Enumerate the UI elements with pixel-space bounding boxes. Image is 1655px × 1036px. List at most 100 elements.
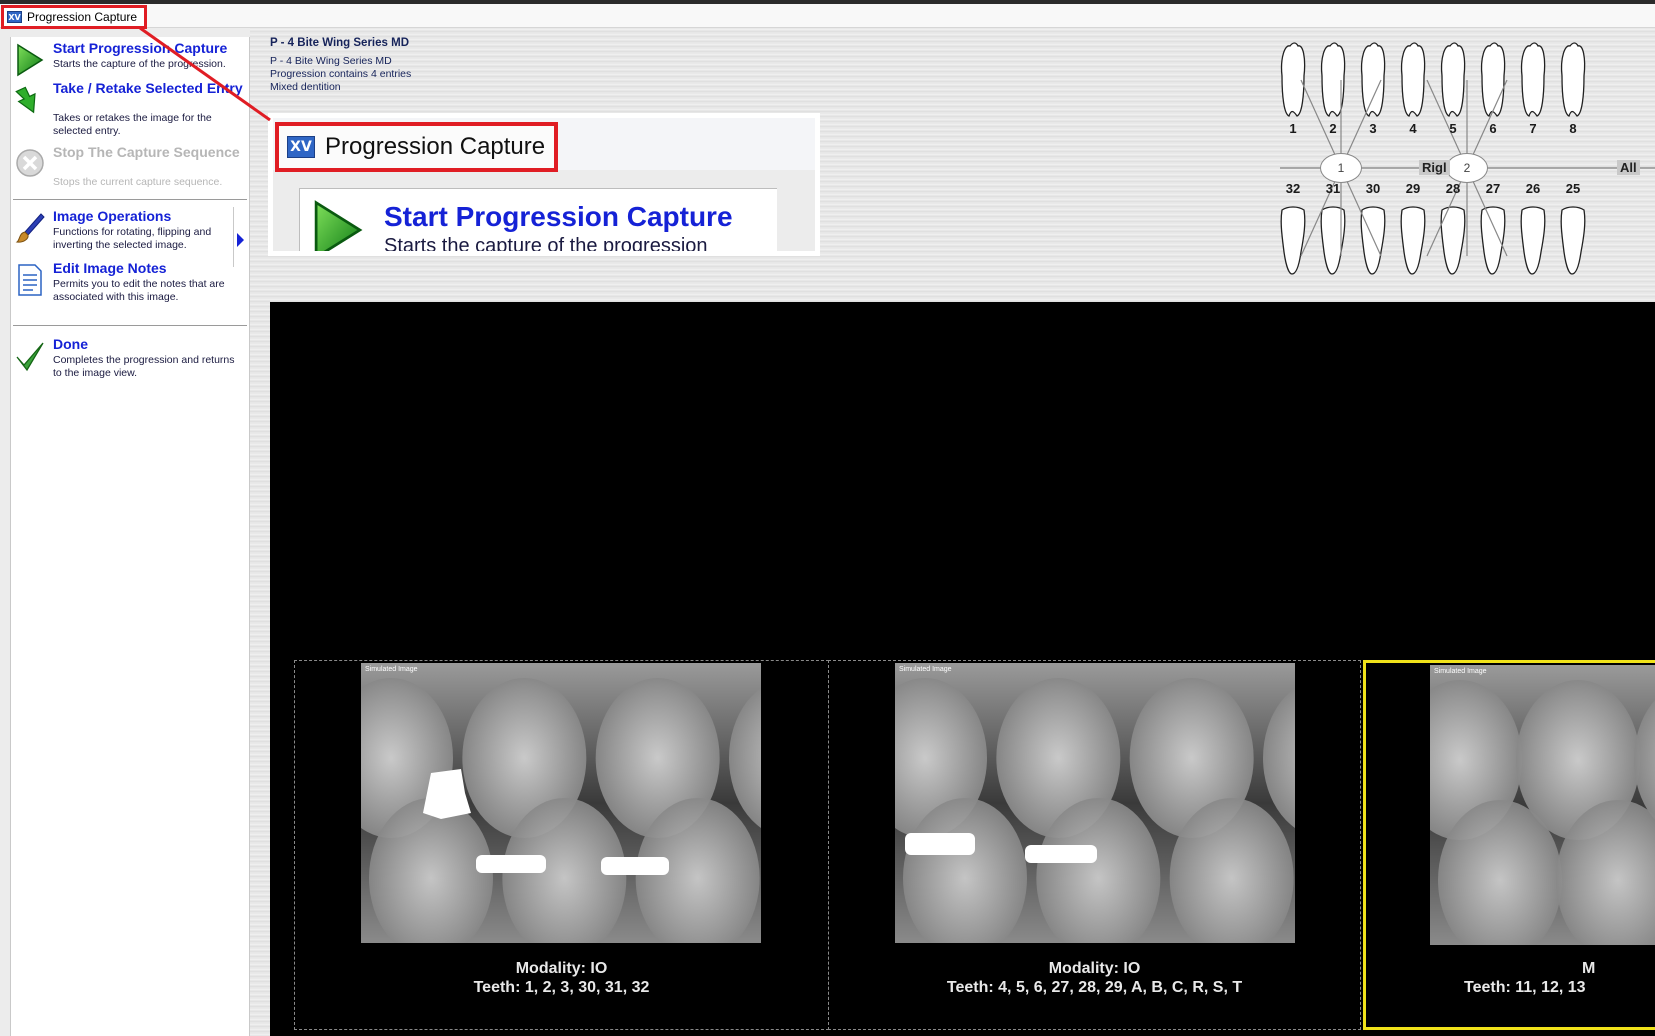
zoom-task-description: Starts the capture of the progression: [384, 235, 708, 256]
tooth-number-lower[interactable]: 29: [1398, 181, 1428, 196]
xray-filling: [476, 855, 546, 873]
tooth-number-upper[interactable]: 8: [1558, 121, 1588, 136]
tooth-outline: [1520, 206, 1546, 275]
brush-icon: [15, 213, 45, 243]
title-bar: XV Progression Capture: [0, 4, 1655, 29]
tooth-number-lower[interactable]: 25: [1558, 181, 1588, 196]
tooth-outline: [1480, 42, 1506, 117]
stop-capture-sequence-task[interactable]: Stop The Capture Sequence Stops the curr…: [11, 145, 251, 195]
sidebar-separator: [13, 325, 247, 326]
task-label[interactable]: Stop The Capture Sequence: [53, 145, 243, 160]
tooth-number-upper[interactable]: 7: [1518, 121, 1548, 136]
tooth-outline: [1400, 42, 1426, 117]
checkmark-icon: [16, 342, 44, 372]
progression-name: P - 4 Bite Wing Series MD: [270, 55, 392, 67]
select-all-button[interactable]: All: [1617, 160, 1640, 175]
task-label[interactable]: Edit Image Notes: [53, 261, 243, 276]
zoom-task-label: Start Progression Capture: [384, 201, 733, 232]
tooth-outline: [1280, 42, 1306, 117]
thumbnail-modality: M: [1582, 960, 1596, 977]
thumbnail-teeth: Teeth: 4, 5, 6, 27, 28, 29, A, B, C, R, …: [946, 979, 1243, 996]
progression-heading: P - 4 Bite Wing Series MD: [270, 37, 409, 49]
play-icon: [17, 43, 44, 77]
zoom-window-title: Progression Capture: [325, 133, 546, 160]
tooth-number-upper[interactable]: 3: [1358, 121, 1388, 136]
tooth-number-upper[interactable]: 5: [1438, 121, 1468, 136]
image-viewer: Simulated Image Modality: IO Teeth: 1, 2…: [270, 302, 1655, 1036]
task-label[interactable]: Take / Retake Selected Entry: [53, 81, 243, 96]
xv-app-icon: XV: [287, 136, 315, 158]
progression-entry-count: Progression contains 4 entries: [270, 68, 412, 80]
start-progression-capture-task[interactable]: Start Progression Capture Starts the cap…: [11, 41, 251, 77]
tooth-outline: [1400, 206, 1426, 275]
progression-info: P - 4 Bite Wing Series MD P - 4 Bite Win…: [270, 37, 411, 94]
task-description: Permits you to edit the notes that are a…: [53, 278, 225, 303]
tooth-number-upper[interactable]: 2: [1318, 121, 1348, 136]
sidebar-separator: [13, 199, 247, 200]
task-label[interactable]: Done: [53, 337, 243, 352]
progression-thumbnail[interactable]: Simulated Image Modality: IO Teeth: 1, 2…: [294, 660, 829, 1030]
task-description: Stops the current capture sequence.: [53, 176, 223, 188]
tooth-outline: [1520, 42, 1546, 117]
xray-filling: [601, 857, 669, 875]
tooth-outline: [1480, 206, 1506, 275]
play-icon: [314, 200, 363, 251]
progression-thumbnail-selected[interactable]: Simulated Image M Teeth: 11, 12, 13: [1363, 660, 1655, 1030]
tooth-number-lower[interactable]: 27: [1478, 181, 1508, 196]
edit-image-notes-task[interactable]: Edit Image Notes Permits you to edit the…: [11, 261, 251, 305]
done-task[interactable]: Done Completes the progression and retur…: [11, 337, 251, 379]
task-description: Functions for rotating, flipping and inv…: [53, 226, 212, 251]
thumbnail-modality: Modality: IO: [515, 960, 608, 977]
title-highlight-box: XV Progression Capture: [1, 5, 148, 29]
tooth-chart[interactable]: 1 2 Rigl All 1 32 2 31 3 30 4 29 5 28 6 27 7 26 8 25: [1220, 40, 1655, 300]
task-description: Starts the capture of the progression.: [53, 58, 226, 70]
thumbnail-teeth: Teeth: 1, 2, 3, 30, 31, 32: [473, 979, 650, 996]
task-label[interactable]: Image Operations: [53, 209, 243, 224]
xray-image: Simulated Image: [361, 663, 761, 943]
tooth-outline: [1280, 206, 1306, 275]
zoom-title-highlight: XV Progression Capture: [275, 122, 558, 172]
task-description: Takes or retakes the image for the selec…: [53, 112, 212, 137]
xray-drawing: [895, 663, 1295, 943]
tooth-outline: [1560, 42, 1586, 117]
xv-app-icon: XV: [7, 11, 22, 23]
zoom-callout: XV Progression Capture Start Progression…: [268, 113, 820, 256]
notes-icon: [18, 264, 42, 296]
progression-thumbnail[interactable]: Simulated Image Modality: IO Teeth: 4, 5…: [828, 660, 1361, 1030]
tooth-number-lower[interactable]: 31: [1318, 181, 1348, 196]
xray-image: Simulated Image: [1430, 665, 1655, 945]
stop-icon: [16, 149, 44, 177]
thumbnail-modality: Modality: IO: [1048, 960, 1141, 977]
take-retake-entry-task[interactable]: Take / Retake Selected Entry Takes or re…: [11, 81, 251, 137]
tooth-number-upper[interactable]: 4: [1398, 121, 1428, 136]
task-label[interactable]: Start Progression Capture: [53, 41, 243, 56]
tooth-outline: [1360, 206, 1386, 275]
thumbnail-teeth: Teeth: 11, 12, 13: [1464, 979, 1586, 996]
xray-filling: [905, 833, 975, 855]
tooth-outline: [1560, 206, 1586, 275]
retake-arrow-icon: [15, 86, 36, 114]
tooth-number-lower[interactable]: 28: [1438, 181, 1468, 196]
expand-arrow-icon[interactable]: [237, 233, 244, 247]
tooth-outline: [1360, 42, 1386, 117]
window-title: Progression Capture: [27, 10, 138, 24]
side-label: Rigl: [1419, 160, 1450, 175]
tooth-number-lower[interactable]: 30: [1358, 181, 1388, 196]
tooth-number-lower[interactable]: 26: [1518, 181, 1548, 196]
xray-drawing: [361, 663, 761, 943]
tooth-outline: [1440, 42, 1466, 117]
image-operations-task[interactable]: Image Operations Functions for rotating,…: [11, 209, 251, 253]
tooth-number-upper[interactable]: 6: [1478, 121, 1508, 136]
tooth-number-upper[interactable]: 1: [1278, 121, 1308, 136]
xray-filling: [1025, 845, 1097, 863]
quadrant-2-button[interactable]: 2: [1446, 153, 1488, 183]
tooth-number-lower[interactable]: 32: [1278, 181, 1308, 196]
xray-image: Simulated Image: [895, 663, 1295, 943]
simulated-image-label: Simulated Image: [1434, 668, 1487, 675]
task-sidebar: Start Progression Capture Starts the cap…: [10, 37, 250, 1036]
zoom-start-task: Start Progression Capture Starts the cap…: [299, 188, 777, 256]
xray-drawing: [1430, 665, 1655, 945]
zoom-content: XV Progression Capture Start Progression…: [273, 118, 815, 251]
quadrant-1-button[interactable]: 1: [1320, 153, 1362, 183]
simulated-image-label: Simulated Image: [365, 666, 418, 673]
